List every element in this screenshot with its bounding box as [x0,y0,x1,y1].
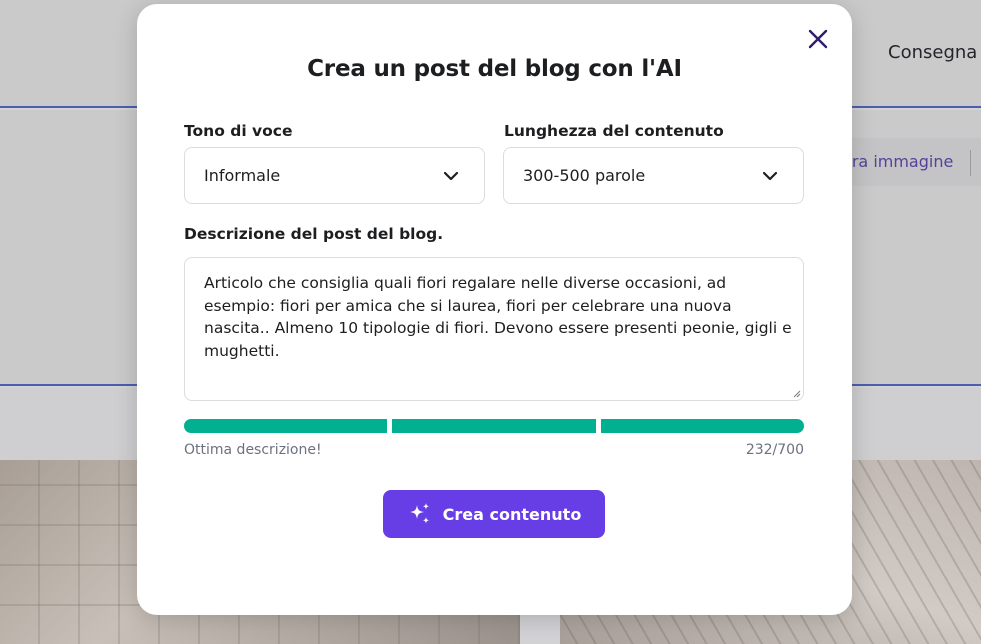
quality-hint: Ottima descrizione! [184,442,322,458]
dialog-title: Crea un post del blog con l'AI [307,56,682,82]
quality-segment [184,419,388,433]
length-label: Lunghezza del contenuto [504,122,724,140]
quality-segment [392,419,596,433]
description-quality-bar [184,419,804,433]
tone-select[interactable]: Informale [184,147,485,204]
resize-handle-icon[interactable] [791,388,801,398]
background-toolbar-link: era immagine [842,152,954,171]
close-icon [808,29,828,49]
ai-blog-post-dialog: Crea un post del blog con l'AI Tono di v… [137,4,852,615]
chevron-down-icon [443,171,459,181]
sparkle-icon [409,503,429,524]
create-content-button[interactable]: Crea contenuto [383,490,605,538]
description-text: Articolo che consiglia quali fiori regal… [204,274,797,360]
character-counter: 232/700 [745,442,804,458]
tone-label: Tono di voce [184,122,293,140]
description-textarea[interactable]: Articolo che consiglia quali fiori regal… [184,257,804,401]
close-button[interactable] [805,26,831,52]
length-select-value: 300-500 parole [523,166,646,185]
length-select[interactable]: 300-500 parole [503,147,804,204]
chevron-down-icon [762,171,778,181]
description-label: Descrizione del post del blog. [184,225,444,243]
tone-select-value: Informale [204,166,281,185]
create-content-label: Crea contenuto [442,504,582,524]
background-toolbar-divider [970,150,971,176]
quality-segment [600,419,804,433]
background-nav-link: Consegna [888,42,978,63]
